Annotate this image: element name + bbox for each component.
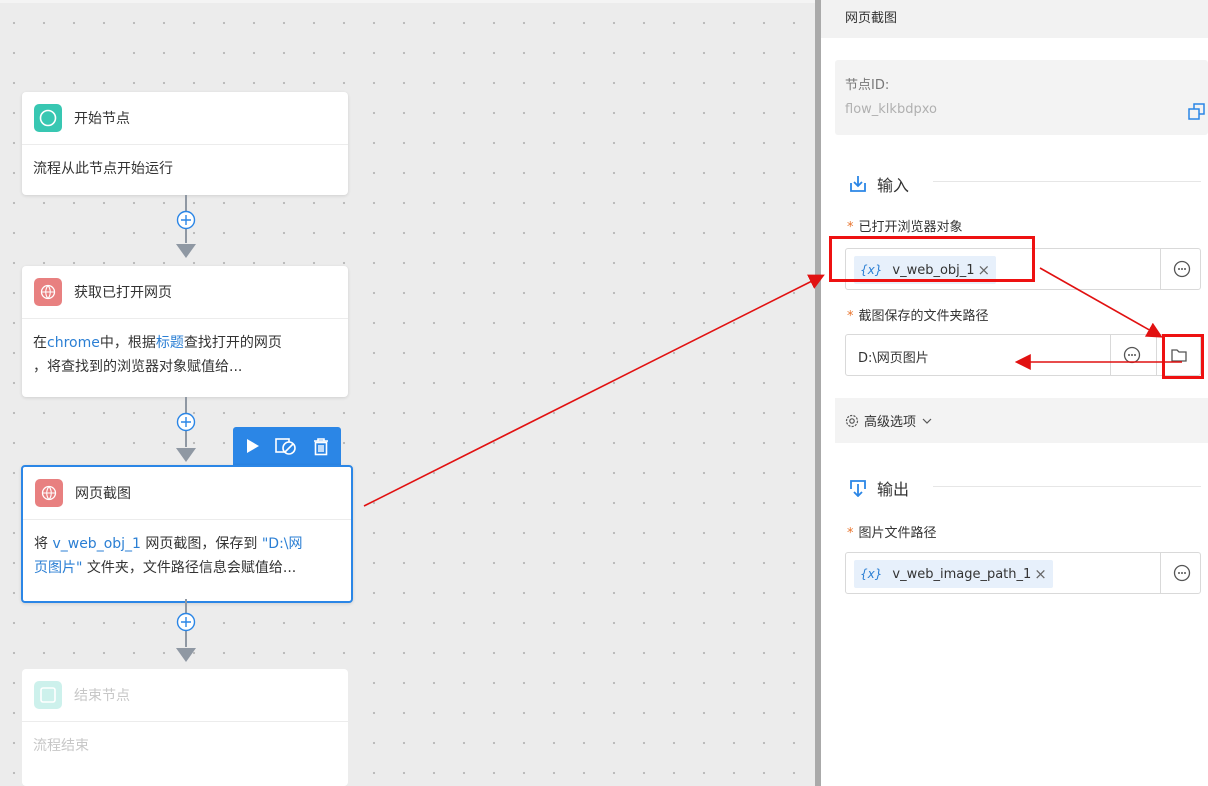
browser-object-label-text: 已打开浏览器对象 bbox=[858, 220, 963, 235]
image-path-output[interactable]: {x} v_web_image_path_1 × bbox=[845, 552, 1201, 594]
square-icon bbox=[34, 681, 62, 709]
desc-text: ，将查找到的浏览器对象赋值给... bbox=[33, 359, 243, 375]
trash-icon[interactable] bbox=[311, 436, 331, 456]
node-title: 网页截图 bbox=[75, 486, 131, 502]
section-divider bbox=[933, 486, 1201, 487]
desc-link-path: "D:\网 bbox=[261, 536, 303, 552]
annotation-highlight-folder-button bbox=[1162, 334, 1204, 379]
more-icon bbox=[1173, 260, 1191, 278]
section-divider bbox=[933, 181, 1201, 182]
node-header: 获取已打开网页 bbox=[22, 266, 348, 319]
arrow-down-icon bbox=[176, 448, 196, 462]
node-title: 获取已打开网页 bbox=[74, 285, 172, 301]
node-id-box: 节点ID: flow_klkbdpxo bbox=[835, 60, 1208, 135]
desc-link-browser: chrome bbox=[47, 335, 100, 351]
canvas-top-border bbox=[0, 0, 815, 3]
node-description: 流程结束 bbox=[33, 738, 89, 754]
required-mark: * bbox=[847, 526, 854, 541]
node-header: 开始节点 bbox=[22, 92, 348, 145]
play-icon[interactable] bbox=[243, 437, 261, 455]
globe-icon bbox=[34, 278, 62, 306]
desc-text: 在 bbox=[33, 335, 47, 351]
image-path-label-text: 图片文件路径 bbox=[858, 526, 937, 541]
annotation-highlight-browser-var bbox=[829, 236, 1035, 282]
variable-tag: {x} v_web_image_path_1 × bbox=[854, 560, 1053, 588]
output-section-title: 输出 bbox=[877, 480, 910, 499]
more-icon bbox=[1173, 564, 1191, 582]
property-panel: 网页截图 节点ID: flow_klkbdpxo 输入 * 已打开浏览器对象 {x… bbox=[821, 0, 1208, 786]
add-node-plus-icon[interactable] bbox=[176, 612, 196, 632]
node-header: 网页截图 bbox=[23, 467, 351, 520]
output-icon bbox=[850, 480, 866, 497]
panel-title: 网页截图 bbox=[821, 0, 1208, 38]
variable-picker-button[interactable] bbox=[1160, 249, 1203, 289]
node-toolbar bbox=[233, 427, 341, 465]
variable-name: v_web_image_path_1 bbox=[892, 566, 1032, 582]
folder-path-input[interactable]: D:\网页图片 bbox=[845, 334, 1201, 376]
desc-text: 查找打开的网页 bbox=[183, 335, 282, 351]
output-section-header: 输出 bbox=[849, 476, 909, 500]
arrow-down-icon bbox=[176, 648, 196, 662]
required-mark: * bbox=[847, 220, 854, 235]
node-description: 流程从此节点开始运行 bbox=[33, 161, 173, 177]
variable-picker-button[interactable] bbox=[1160, 553, 1203, 593]
more-icon bbox=[1123, 346, 1141, 364]
node-id-value: flow_klkbdpxo bbox=[845, 102, 937, 117]
start-node[interactable]: 开始节点 流程从此节点开始运行 bbox=[22, 92, 348, 195]
image-path-label: * 图片文件路径 bbox=[847, 522, 937, 541]
add-node-plus-icon[interactable] bbox=[176, 210, 196, 230]
gear-icon bbox=[845, 414, 859, 427]
folder-path-value: D:\网页图片 bbox=[858, 351, 929, 366]
input-icon bbox=[850, 176, 866, 192]
node-header: 结束节点 bbox=[22, 669, 348, 722]
input-section-header: 输入 bbox=[849, 172, 909, 196]
chevron-down-icon bbox=[922, 418, 932, 424]
node-description: 将 v_web_obj_1 网页截图，保存到 "D:\网 页图片" 文件夹，文件… bbox=[23, 520, 351, 592]
node-title: 结束节点 bbox=[74, 688, 130, 704]
globe-icon bbox=[35, 479, 63, 507]
disable-icon[interactable] bbox=[274, 436, 298, 456]
required-mark: * bbox=[847, 309, 854, 324]
node-title: 开始节点 bbox=[74, 111, 130, 127]
circle-icon bbox=[34, 104, 62, 132]
screenshot-node[interactable]: 网页截图 将 v_web_obj_1 网页截图，保存到 "D:\网 页图片" 文… bbox=[21, 465, 353, 603]
advanced-options-toggle[interactable]: 高级选项 bbox=[835, 398, 1208, 443]
desc-text: 网页截图，保存到 bbox=[140, 536, 262, 552]
input-section-title: 输入 bbox=[877, 176, 910, 195]
get-webpage-node[interactable]: 获取已打开网页 在chrome中，根据标题查找打开的网页 ，将查找到的浏览器对象… bbox=[22, 266, 348, 397]
desc-link-title: 标题 bbox=[155, 335, 184, 351]
desc-text: 将 bbox=[34, 536, 53, 552]
desc-text: 中，根据 bbox=[99, 335, 156, 351]
node-description: 在chrome中，根据标题查找打开的网页 ，将查找到的浏览器对象赋值给... bbox=[22, 319, 348, 391]
copy-icon[interactable] bbox=[1188, 103, 1206, 121]
arrow-down-icon bbox=[176, 244, 196, 258]
variable-picker-button[interactable] bbox=[1110, 335, 1153, 375]
browser-object-label: * 已打开浏览器对象 bbox=[847, 216, 963, 235]
desc-link-path: 页图片" bbox=[34, 560, 83, 576]
folder-path-label-text: 截图保存的文件夹路径 bbox=[858, 309, 989, 324]
desc-link-variable: v_web_obj_1 bbox=[52, 536, 141, 552]
advanced-options-label: 高级选项 bbox=[864, 415, 917, 430]
end-node[interactable]: 结束节点 流程结束 bbox=[22, 669, 348, 786]
folder-path-label: * 截图保存的文件夹路径 bbox=[847, 305, 989, 324]
node-id-label: 节点ID: bbox=[845, 78, 890, 93]
variable-icon: {x} bbox=[860, 567, 883, 581]
remove-tag-icon[interactable]: × bbox=[1034, 565, 1047, 583]
desc-text: 文件夹，文件路径信息会赋值给... bbox=[82, 560, 297, 576]
add-node-plus-icon[interactable] bbox=[176, 412, 196, 432]
